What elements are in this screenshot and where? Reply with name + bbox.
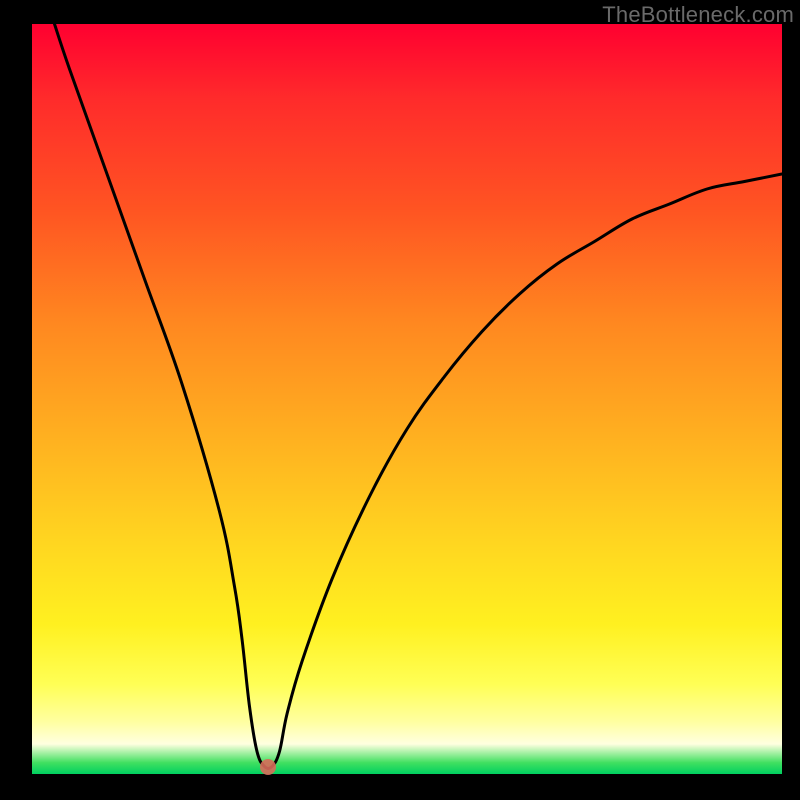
chart-frame: TheBottleneck.com — [0, 0, 800, 800]
bottleneck-curve — [32, 24, 782, 774]
optimum-marker — [260, 759, 276, 775]
curve-path — [55, 24, 783, 769]
plot-area — [32, 24, 782, 774]
